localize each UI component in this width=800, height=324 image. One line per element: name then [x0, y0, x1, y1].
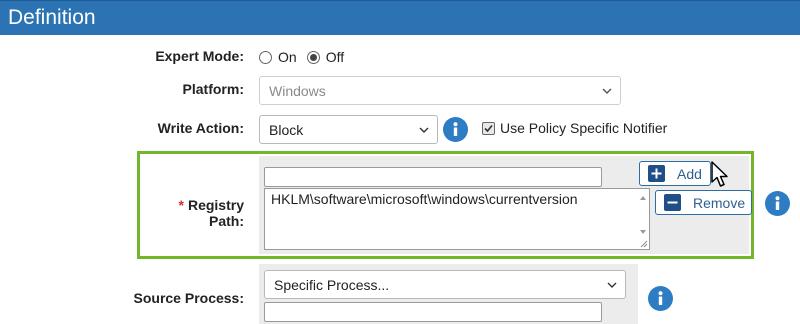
expert-mode-radio-group: On Off [259, 48, 354, 66]
platform-select-value: Windows [269, 82, 326, 99]
registry-path-list-item[interactable]: HKLM\software\microsoft\windows\currentv… [271, 191, 578, 207]
policy-notifier-checkbox[interactable] [482, 122, 495, 135]
scroll-up-arrow[interactable] [640, 196, 646, 200]
remove-button[interactable]: Remove [655, 190, 752, 215]
plus-icon [648, 165, 665, 182]
registry-path-label-text: Registry Path: [187, 197, 244, 229]
source-process-label: Source Process: [133, 290, 245, 306]
registry-path-info-icon[interactable] [765, 191, 790, 216]
mouse-pointer-icon [711, 161, 728, 187]
required-marker: * [178, 197, 184, 213]
source-process-input[interactable] [264, 302, 602, 322]
platform-select[interactable]: Windows [259, 76, 621, 105]
chevron-down-icon [607, 282, 617, 288]
add-button[interactable]: Add [639, 161, 711, 186]
registry-path-list[interactable]: HKLM\software\microsoft\windows\currentv… [264, 188, 650, 250]
expert-mode-off-label[interactable]: Off [326, 49, 344, 65]
source-process-info-icon[interactable] [648, 286, 673, 311]
expert-mode-off-radio[interactable] [306, 50, 320, 64]
policy-notifier-label[interactable]: Use Policy Specific Notifier [500, 120, 667, 136]
platform-label: Platform: [182, 81, 244, 97]
section-title: Definition [8, 6, 96, 29]
chevron-down-icon [602, 88, 612, 94]
checkmark-icon [484, 124, 493, 133]
source-process-select-value: Specific Process... [274, 276, 390, 293]
minus-icon [664, 194, 681, 211]
registry-path-input[interactable] [264, 167, 602, 187]
resize-handle-icon[interactable] [640, 240, 648, 248]
add-button-label: Add [677, 165, 702, 182]
write-action-select[interactable]: Block [259, 115, 438, 144]
section-header: Definition [0, 0, 800, 35]
scroll-down-arrow[interactable] [640, 230, 646, 234]
write-action-info-icon[interactable] [443, 117, 468, 142]
expert-mode-on-label[interactable]: On [278, 49, 297, 65]
remove-button-label: Remove [693, 194, 746, 211]
write-action-label: Write Action: [157, 120, 244, 136]
registry-path-label: * Registry Path: [140, 197, 244, 229]
chevron-down-icon [419, 127, 429, 133]
expert-mode-label: Expert Mode: [155, 48, 244, 64]
expert-mode-on-radio[interactable] [259, 50, 272, 64]
source-process-select[interactable]: Specific Process... [264, 270, 626, 299]
write-action-select-value: Block [269, 121, 304, 138]
